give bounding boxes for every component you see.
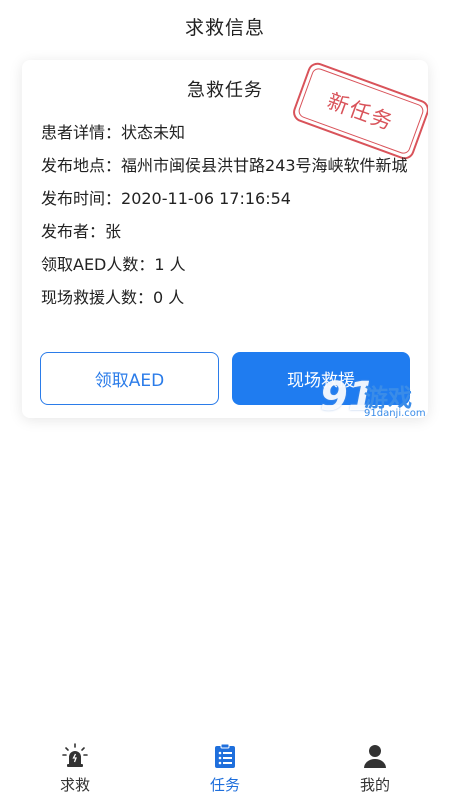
info-row-publisher: 发布者： 张	[41, 219, 414, 244]
tab-sos[interactable]: 求救	[0, 734, 150, 800]
person-icon	[361, 742, 389, 770]
aed-count-value: 1 人	[154, 255, 186, 274]
info-row-time: 发布时间： 2020-11-06 17:16:54	[41, 186, 414, 211]
publisher-label: 发布者：	[41, 222, 106, 241]
info-row-aed-count: 领取AED人数： 1 人	[41, 252, 414, 277]
publisher-value: 张	[105, 222, 122, 241]
info-row-patient: 患者详情： 状态未知	[41, 120, 414, 145]
task-list-icon	[211, 742, 239, 770]
page-title: 求救信息	[184, 16, 265, 39]
tab-profile-label: 我的	[359, 776, 390, 794]
aed-count-label: 领取AED人数：	[41, 255, 155, 274]
rescue-task-card: 急救任务 新任务 患者详情： 状态未知 发布地点： 福州市闽侯县洪甘路243号海…	[22, 60, 428, 418]
tab-profile[interactable]: 我的	[300, 734, 450, 800]
patient-value: 状态未知	[121, 123, 186, 142]
top-bar: 求救信息	[0, 0, 450, 52]
tab-tasks-label: 任务	[209, 776, 240, 794]
task-info: 患者详情： 状态未知 发布地点： 福州市闽侯县洪甘路243号海峡软件新城 发布时…	[41, 120, 414, 318]
tab-tasks[interactable]: 任务	[150, 734, 300, 800]
bottom-tab-bar: 求救 任务 我的	[0, 734, 450, 800]
rescue-count-value: 0 人	[153, 288, 185, 307]
watermark-url: 91danji.com	[364, 408, 426, 419]
alarm-icon	[61, 742, 89, 770]
rescue-count-label: 现场救援人数：	[41, 288, 154, 307]
location-label: 发布地点：	[41, 156, 122, 175]
time-label: 发布时间：	[41, 189, 122, 208]
site-watermark: 91 游戏 91danji.com	[320, 374, 450, 426]
tab-sos-label: 求救	[59, 776, 90, 794]
patient-label: 患者详情：	[41, 123, 122, 142]
time-value: 2020-11-06 17:16:54	[121, 189, 291, 208]
claim-aed-button[interactable]: 领取AED	[40, 352, 219, 405]
info-row-rescue-count: 现场救援人数： 0 人	[41, 285, 414, 310]
info-row-location: 发布地点： 福州市闽侯县洪甘路243号海峡软件新城	[41, 153, 414, 178]
location-value: 福州市闽侯县洪甘路243号海峡软件新城	[121, 156, 408, 175]
